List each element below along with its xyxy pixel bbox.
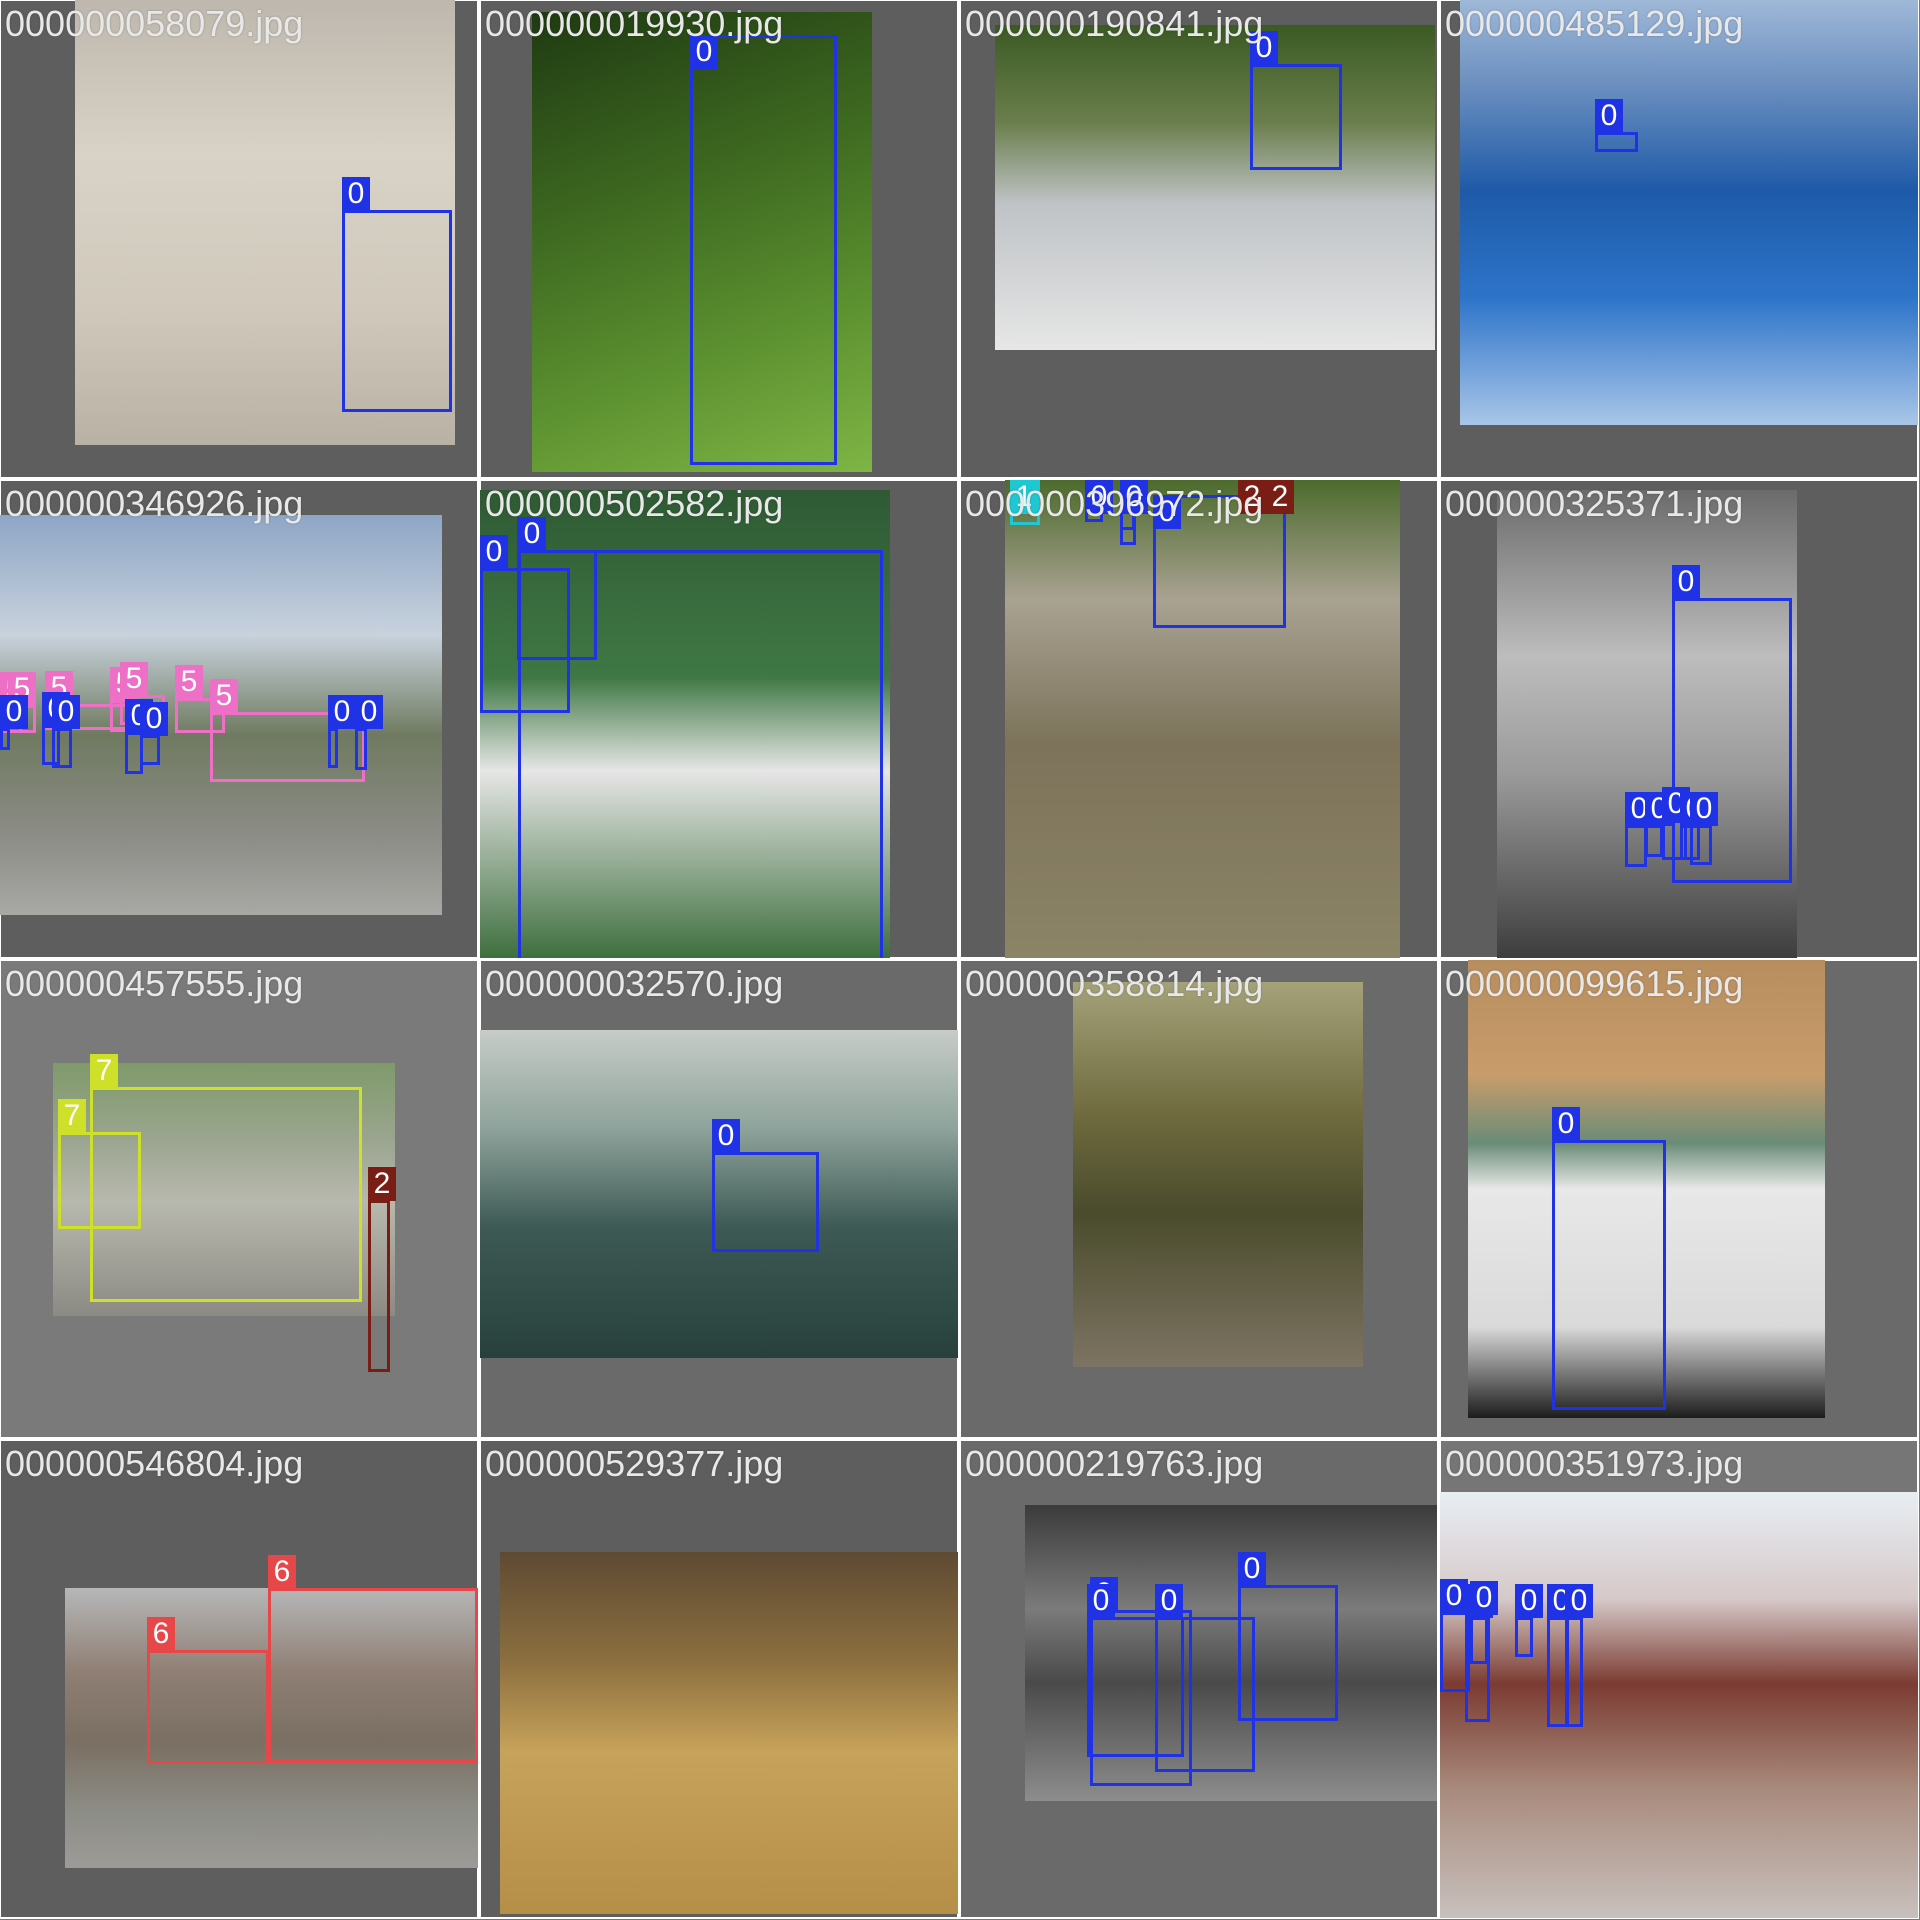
detection-box[interactable]: 0	[1552, 1107, 1666, 1410]
detection-box[interactable]: 2	[1266, 480, 1294, 514]
class-label: 0	[1087, 1584, 1115, 1618]
detection-box[interactable]: 0	[1625, 792, 1653, 867]
class-label: 0	[1440, 1579, 1468, 1613]
detection-box[interactable]: 0	[1645, 792, 1673, 857]
detection-box[interactable]: 0	[690, 35, 837, 465]
class-label: 0	[1155, 1584, 1183, 1618]
mosaic-tile[interactable]: 000000099615.jpg 0	[1439, 959, 1919, 1439]
class-label: 0	[1565, 1584, 1593, 1618]
image-filename: 000000058079.jpg	[5, 3, 304, 44]
image-filename: 000000190841.jpg	[965, 3, 1264, 44]
detection-box[interactable]: 0	[355, 695, 383, 770]
mosaic-tile[interactable]: 000000032570.jpg 0	[479, 959, 959, 1439]
detection-box[interactable]: 6	[268, 1555, 478, 1763]
detection-box[interactable]: 0	[712, 1119, 819, 1252]
class-label: 0	[328, 695, 356, 729]
detection-box[interactable]: 0	[0, 695, 28, 750]
thumbnail-image	[1440, 1492, 1918, 1918]
mosaic-tile[interactable]: 000000346926.jpg55555550000000	[0, 479, 479, 959]
mosaic-tile[interactable]: 000000325371.jpg000000	[1439, 479, 1919, 959]
image-filename: 000000457555.jpg	[5, 963, 304, 1004]
class-label: 0	[1690, 792, 1718, 826]
detection-box[interactable]: 0	[1690, 792, 1718, 865]
class-label: 2	[1266, 480, 1294, 514]
mosaic-tile[interactable]: 000000502582.jpg0000	[479, 479, 959, 959]
image-filename: 000000019930.jpg	[485, 3, 784, 44]
thumbnail-image	[500, 1552, 958, 1914]
class-label: 6	[268, 1555, 296, 1589]
class-label: 0	[1470, 1581, 1498, 1615]
detection-box[interactable]: 0	[52, 695, 80, 768]
detection-box[interactable]: 0	[140, 702, 168, 765]
image-filename: 000000346926.jpg	[5, 483, 304, 524]
thumbnail-image	[995, 25, 1435, 350]
image-filename: 000000099615.jpg	[1445, 963, 1744, 1004]
class-label: 0	[1515, 1584, 1543, 1618]
class-label: 7	[58, 1099, 86, 1133]
detection-box[interactable]: 0	[1595, 99, 1638, 152]
detection-box[interactable]: 6	[147, 1617, 269, 1764]
class-label: 5	[120, 662, 148, 696]
mosaic-tile[interactable]: 000000358814.jpg	[959, 959, 1439, 1439]
class-label: 0	[1672, 565, 1700, 599]
mosaic-tile[interactable]: 000000190841.jpg 0	[959, 0, 1439, 479]
image-filename: 000000485129.jpg	[1445, 3, 1744, 44]
class-label: 2	[368, 1167, 396, 1201]
class-label: 0	[1595, 99, 1623, 133]
detection-box[interactable]: 0	[1470, 1581, 1498, 1664]
class-label: 0	[140, 702, 168, 736]
mosaic-tile[interactable]: 000000219763.jpg0000	[959, 1439, 1439, 1919]
class-label: 7	[90, 1054, 118, 1088]
image-filename: 000000358814.jpg	[965, 963, 1264, 1004]
detection-box[interactable]: 0	[328, 695, 356, 768]
image-filename: 000000529377.jpg	[485, 1443, 784, 1484]
detection-box[interactable]: 7	[58, 1099, 141, 1229]
image-filename: 000000546804.jpg	[5, 1443, 304, 1484]
class-label: 0	[480, 535, 508, 569]
mosaic-tile[interactable]: 000000396972.jpg1000022	[959, 479, 1439, 959]
class-label: 0	[342, 177, 370, 211]
detection-box[interactable]: 0	[1565, 1584, 1593, 1727]
detection-box[interactable]: 0	[1250, 31, 1342, 170]
class-label: 0	[355, 695, 383, 729]
image-filename: 000000396972.jpg	[965, 483, 1264, 524]
image-filename: 000000032570.jpg	[485, 963, 784, 1004]
class-label: 0	[712, 1119, 740, 1153]
detection-box[interactable]: 0	[518, 517, 883, 958]
detection-box[interactable]: 0	[342, 177, 452, 412]
thumbnail-image	[1073, 982, 1363, 1367]
mosaic-grid: 000000058079.jpg 0 000000019930.jpg 0 000000…	[0, 0, 1920, 1920]
class-label: 0	[1552, 1107, 1580, 1141]
image-filename: 000000219763.jpg	[965, 1443, 1264, 1484]
mosaic-tile[interactable]: 000000546804.jpg 6 6	[0, 1439, 479, 1919]
image-filename: 000000502582.jpg	[485, 483, 784, 524]
detection-box[interactable]: 0	[1087, 1584, 1184, 1757]
mosaic-tile[interactable]: 000000058079.jpg 0	[0, 0, 479, 479]
class-label: 0	[52, 695, 80, 729]
detection-box[interactable]: 0	[1515, 1584, 1543, 1657]
class-label: 5	[210, 679, 238, 713]
class-label: 0	[1238, 1552, 1266, 1586]
detection-box[interactable]: 2	[368, 1167, 396, 1372]
image-filename: 000000351973.jpg	[1445, 1443, 1744, 1484]
class-label: 6	[147, 1617, 175, 1651]
thumbnail-image	[1460, 0, 1918, 425]
class-label: 0	[0, 695, 28, 729]
mosaic-tile[interactable]: 000000485129.jpg 0	[1439, 0, 1919, 479]
mosaic-tile[interactable]: 000000019930.jpg 0	[479, 0, 959, 479]
mosaic-tile[interactable]: 000000457555.jpg 7 7 2	[0, 959, 479, 1439]
mosaic-tile[interactable]: 000000351973.jpg000000	[1439, 1439, 1919, 1919]
mosaic-tile[interactable]: 000000529377.jpg	[479, 1439, 959, 1919]
class-label: 5	[175, 665, 203, 699]
image-filename: 000000325371.jpg	[1445, 483, 1744, 524]
